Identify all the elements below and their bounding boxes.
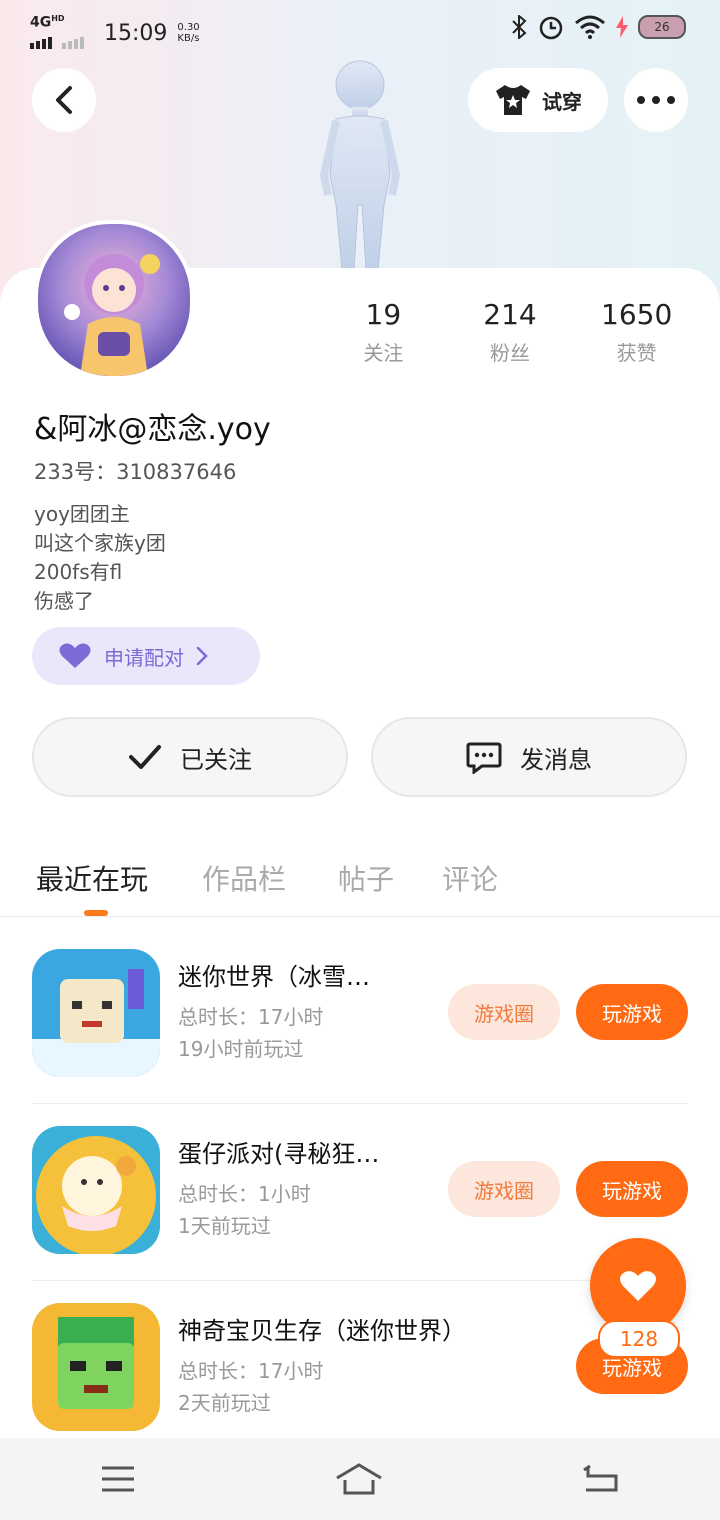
list-item[interactable]: 迷你世界（冰雪… 总时长：17小时 19小时前玩过 游戏圈 玩游戏 — [0, 927, 720, 1104]
stat-following[interactable]: 19 关注 — [320, 298, 447, 366]
battery-indicator: 26 — [638, 15, 686, 39]
followed-label: 已关注 — [180, 745, 252, 774]
game-title: 神奇宝贝生存（迷你世界） — [178, 1317, 466, 1345]
game-last-played: 1天前玩过 — [178, 1214, 271, 1238]
play-game-button[interactable]: 玩游戏 — [576, 984, 688, 1040]
back-button[interactable] — [32, 68, 96, 132]
profile-stats: 19 关注 214 粉丝 1650 获赞 — [320, 298, 700, 366]
check-icon — [129, 745, 161, 769]
more-button[interactable] — [624, 68, 688, 132]
charging-icon — [616, 16, 628, 38]
game-icon — [32, 949, 160, 1077]
tab-comments[interactable]: 评论 — [442, 858, 498, 898]
avatar[interactable] — [34, 220, 194, 380]
heart-pair-icon — [59, 643, 91, 668]
wifi-icon — [575, 15, 605, 39]
game-duration: 总时长：17小时 — [178, 1005, 324, 1029]
game-circle-button[interactable]: 游戏圈 — [448, 984, 560, 1040]
user-id: 233号：310837646 — [34, 460, 237, 484]
heart-icon — [619, 1271, 657, 1301]
game-icon — [32, 1303, 160, 1431]
game-last-played: 19小时前玩过 — [178, 1037, 304, 1061]
status-bar: 4GHD 15:09 0.30 KB/s 26 — [0, 0, 720, 56]
send-message-label: 发消息 — [520, 745, 592, 774]
avatar-image — [64, 254, 160, 376]
back-arrow-icon — [56, 86, 72, 114]
apply-pair-button[interactable]: 申请配对 — [32, 627, 260, 685]
game-last-played: 2天前玩过 — [178, 1391, 271, 1415]
signal-icon — [30, 36, 84, 49]
system-nav-bar — [0, 1438, 720, 1520]
game-title: 蛋仔派对(寻秘狂… — [178, 1140, 380, 1168]
user-name: &阿冰@恋念.yoy — [34, 412, 271, 447]
bluetooth-icon — [512, 15, 527, 39]
back-nav-icon[interactable] — [582, 1464, 620, 1494]
network-indicator: 4GHD — [30, 12, 90, 55]
stat-likes[interactable]: 1650 获赞 — [573, 298, 700, 366]
chat-bubble-icon — [466, 742, 502, 774]
game-circle-button[interactable]: 游戏圈 — [448, 1161, 560, 1217]
avatar-3d-figure — [319, 60, 401, 270]
home-icon[interactable] — [335, 1462, 383, 1496]
tab-works[interactable]: 作品栏 — [202, 858, 286, 898]
clock: 15:09 — [104, 20, 168, 46]
followed-button[interactable]: 已关注 — [32, 717, 348, 797]
apply-pair-label: 申请配对 — [104, 645, 184, 670]
more-dots-icon — [637, 96, 675, 104]
game-duration: 总时长：1小时 — [178, 1182, 311, 1206]
alarm-icon — [539, 16, 563, 40]
chevron-right-icon — [196, 646, 208, 666]
tab-recent-play[interactable]: 最近在玩 — [36, 858, 148, 898]
game-title: 迷你世界（冰雪… — [178, 963, 370, 991]
menu-icon[interactable] — [100, 1465, 136, 1493]
game-icon — [32, 1126, 160, 1254]
try-on-button[interactable]: 试穿 — [468, 68, 608, 132]
tab-active-indicator — [84, 910, 108, 916]
network-speed: 0.30 KB/s — [177, 22, 200, 45]
tab-posts[interactable]: 帖子 — [338, 858, 394, 898]
stat-followers[interactable]: 214 粉丝 — [447, 298, 574, 366]
profile-tabs: 最近在玩 作品栏 帖子 评论 — [0, 848, 720, 917]
like-count-badge: 128 — [598, 1320, 680, 1358]
game-duration: 总时长：17小时 — [178, 1359, 324, 1383]
try-on-label: 试穿 — [542, 89, 582, 114]
play-game-button[interactable]: 玩游戏 — [576, 1161, 688, 1217]
user-bio: yoy团团主 叫这个家族y团 200fs有fl 伤感了 — [34, 502, 166, 613]
send-message-button[interactable]: 发消息 — [371, 717, 687, 797]
tshirt-icon — [496, 85, 530, 115]
